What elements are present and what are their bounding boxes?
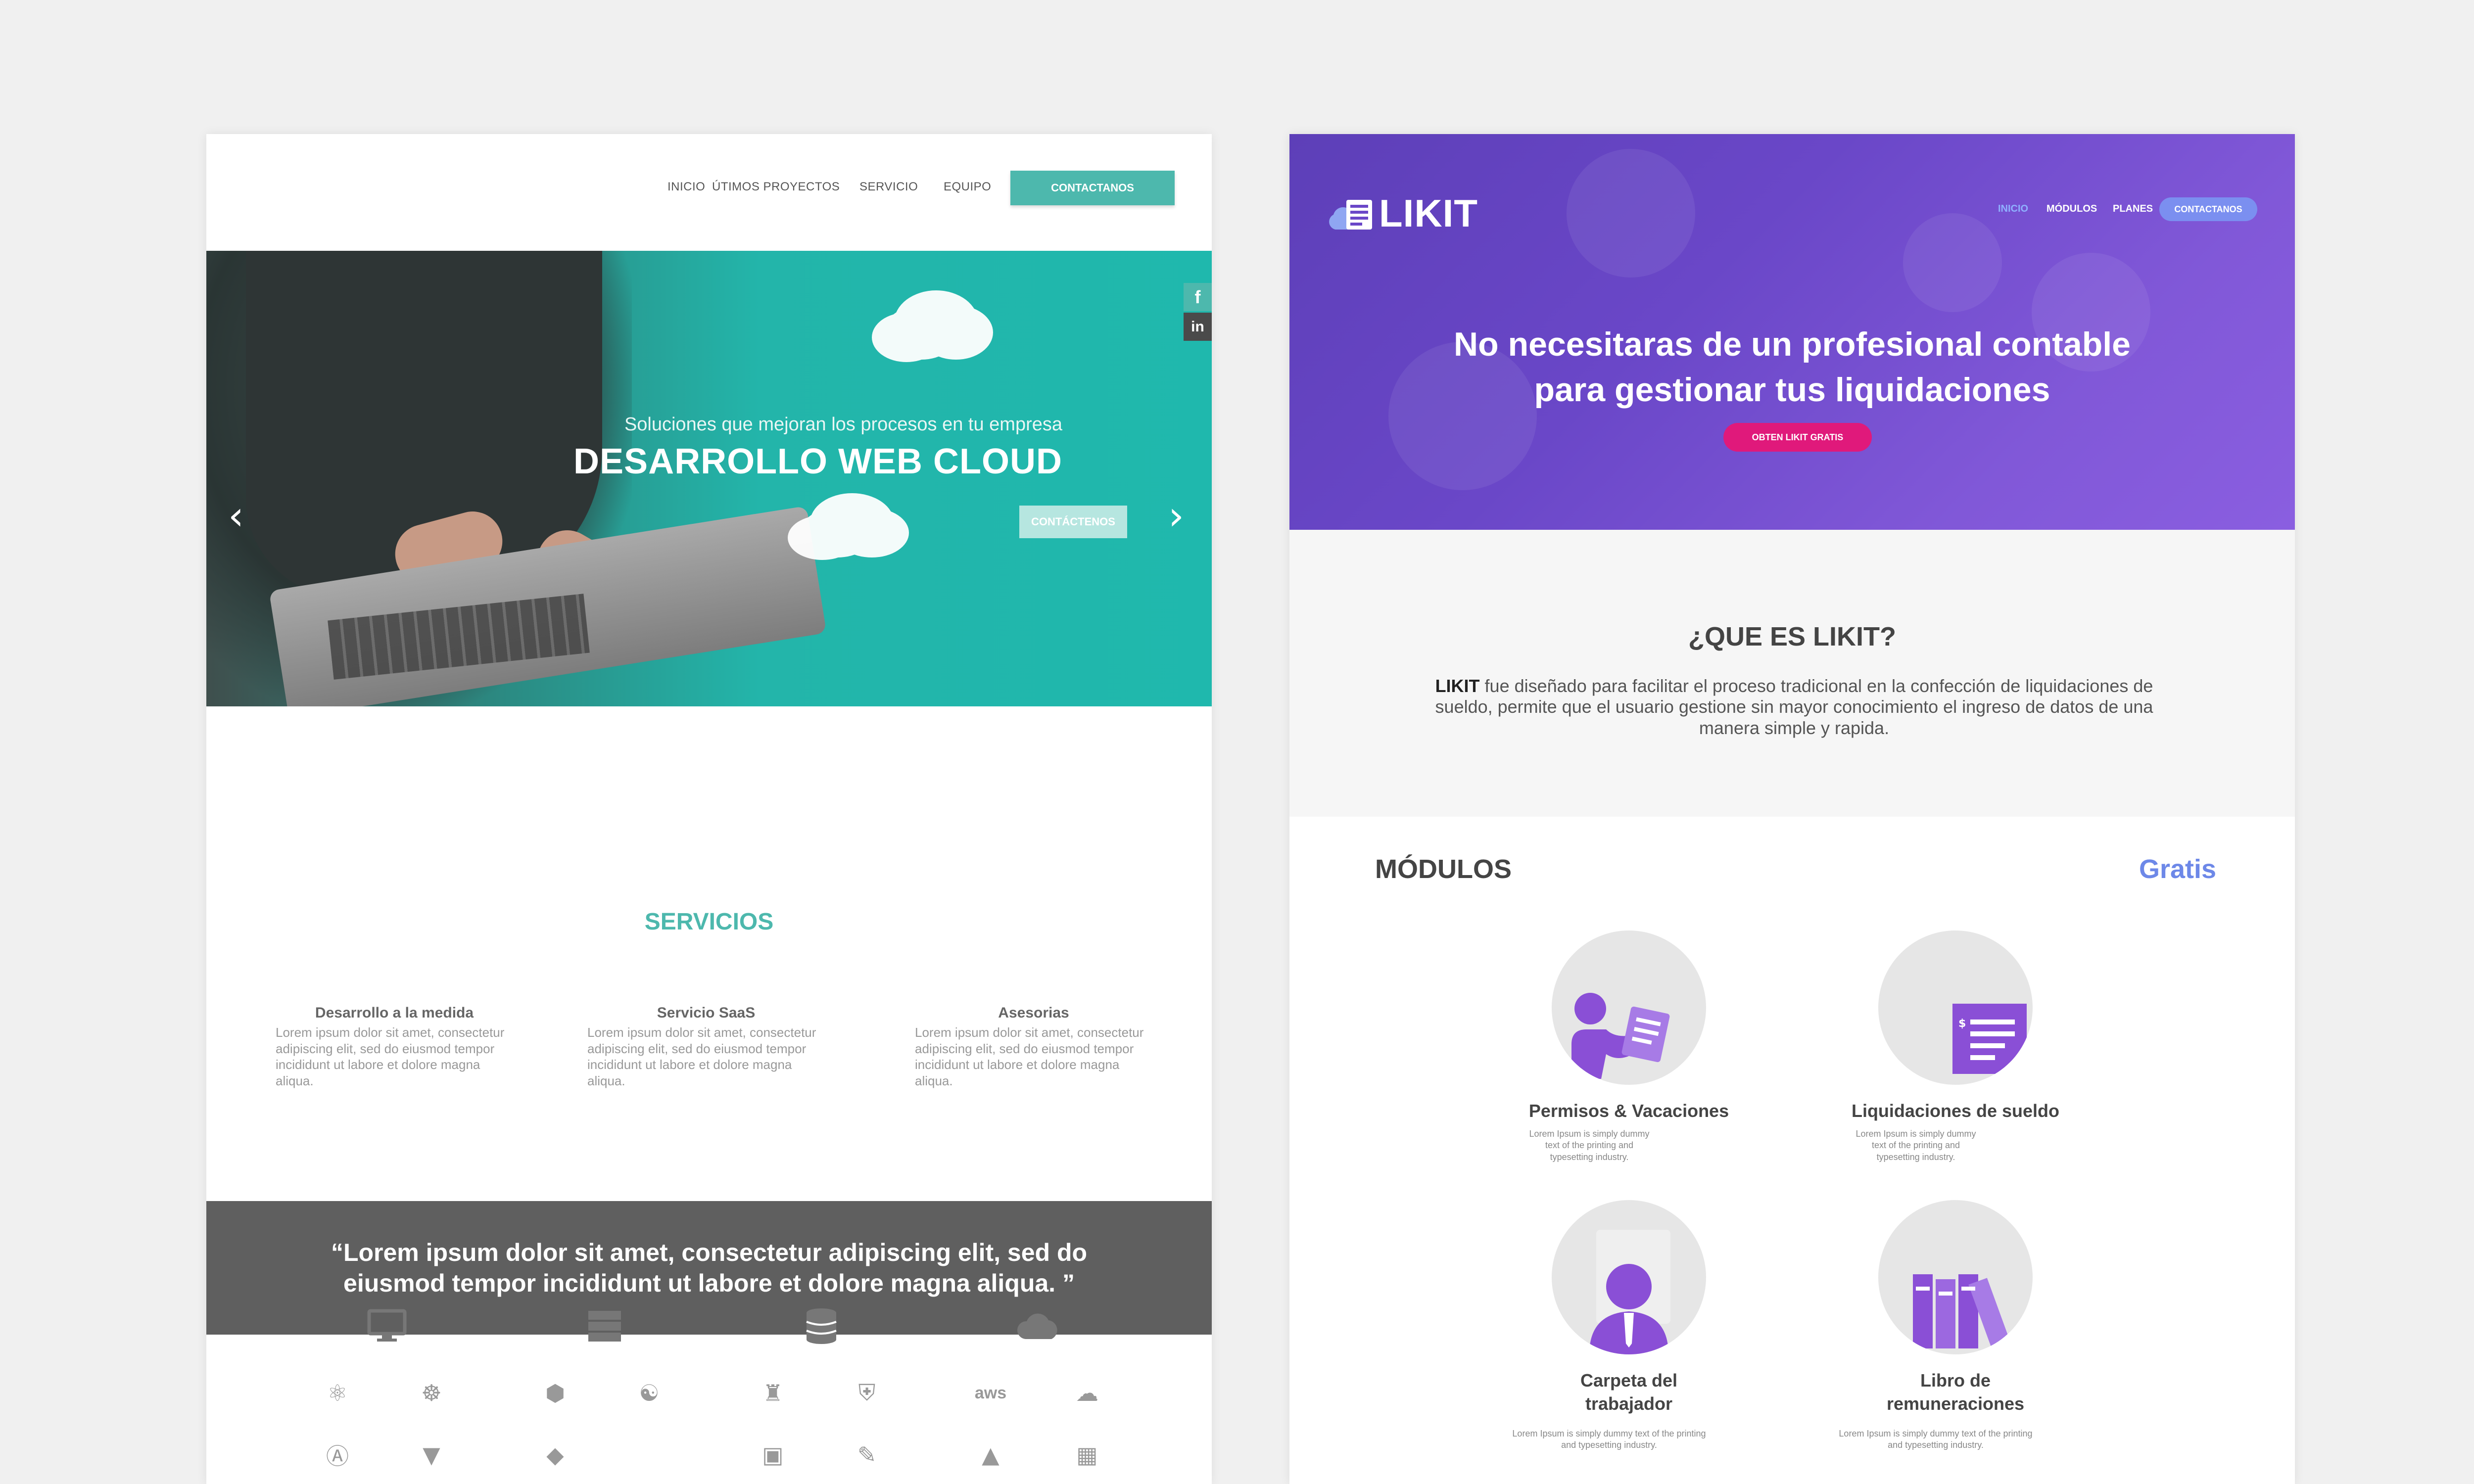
cloud-icon — [1016, 1304, 1060, 1348]
module-name[interactable]: Carpeta del trabajador — [1535, 1369, 1723, 1416]
service-card: Asesorias Lorem ipsum dolor sit amet, co… — [915, 1005, 1152, 1089]
react-icon: ⚛ — [327, 1380, 348, 1406]
box-icon: ▣ — [762, 1441, 784, 1468]
about-section: ¿QUE ES LIKIT? LIKIT fue diseñado para f… — [1289, 530, 2295, 817]
nav-servicio[interactable]: SERVICIO — [859, 180, 918, 194]
module-description: Lorem Ipsum is simply dummy text of the … — [1512, 1429, 1706, 1450]
nodejs-icon: ⬢ — [545, 1380, 566, 1406]
service-title: Asesorias — [998, 1005, 1069, 1021]
service-card: Desarrollo a la medida Lorem ipsum dolor… — [276, 1005, 513, 1089]
module-icon-circle[interactable]: $ — [1878, 930, 2033, 1085]
chevron-right-icon[interactable]: › — [1161, 493, 1191, 539]
logo-text: LIKIT — [1379, 191, 1478, 235]
cloud-outline-icon: ☁ — [1076, 1380, 1098, 1406]
services-title: SERVICIOS — [644, 909, 774, 935]
logo-cloud-icon — [1327, 196, 1376, 231]
docker-icon: ▦ — [1076, 1441, 1098, 1468]
module-icon-circle[interactable] — [1552, 1200, 1706, 1354]
hero-slider: Soluciones que mejoran los procesos en t… — [206, 251, 1212, 706]
module-name[interactable]: Permisos & Vacaciones — [1505, 1100, 1753, 1123]
azure-icon: ▲ — [982, 1441, 999, 1468]
service-text: Lorem ipsum dolor sit amet, consectetur … — [276, 1025, 505, 1088]
free-badge[interactable]: Gratis — [2139, 854, 2216, 884]
module-description: Lorem Ipsum is simply dummy text of the … — [1856, 1129, 1976, 1162]
get-likit-button[interactable]: OBTEN LIKIT GRATIS — [1723, 423, 1872, 452]
module-name[interactable]: Libro de remuneraciones — [1861, 1369, 2049, 1416]
aws-icon: aws — [974, 1383, 1007, 1402]
hero-title: DESARROLLO WEB CLOUD — [573, 442, 1062, 481]
postgres-icon: ♜ — [762, 1380, 783, 1406]
hero-title-line: para gestionar tus liquidaciones — [1534, 371, 2050, 409]
server-icon — [582, 1304, 627, 1348]
facebook-icon[interactable]: f — [1184, 283, 1212, 311]
hero-title-line: No necesitaras de un profesional contabl… — [1454, 325, 2131, 363]
hero-contact-button[interactable]: CONTÁCTENOS — [1019, 506, 1127, 538]
about-title: ¿QUE ES LIKIT? — [1688, 622, 1896, 651]
service-title: Servicio SaaS — [657, 1005, 756, 1021]
nav-equipo[interactable]: EQUIPO — [944, 180, 991, 194]
module-icon-circle[interactable] — [1552, 930, 1706, 1085]
hero-title: No necesitaras de un profesional contabl… — [1289, 322, 2295, 413]
clipboard-person-icon — [1552, 930, 1706, 1085]
contact-button[interactable]: CONTACTANOS — [2159, 197, 2257, 221]
vue-icon: ▼ — [423, 1441, 440, 1468]
right-website-mockup: LIKIT INICIO MÓDULOS PLANES CONTACTANOS … — [1289, 134, 2295, 1484]
ruby-icon: ◆ — [546, 1441, 564, 1468]
service-card: Servicio SaaS Lorem ipsum dolor sit amet… — [587, 1005, 825, 1089]
svg-text:$: $ — [1958, 1018, 1966, 1030]
module-description: Lorem Ipsum is simply dummy text of the … — [1529, 1129, 1650, 1162]
contact-button[interactable]: CONTACTANOS — [1010, 171, 1175, 205]
nav-modulos[interactable]: MÓDULOS — [2046, 203, 2097, 215]
shield-icon: ⛨ — [858, 1379, 876, 1406]
invoice-icon: $ — [1878, 930, 2033, 1085]
service-text: Lorem ipsum dolor sit amet, consectetur … — [587, 1025, 816, 1088]
nav-inicio[interactable]: INICIO — [667, 180, 705, 194]
graphql-icon: ☸ — [421, 1380, 442, 1406]
modules-title: MÓDULOS — [1375, 854, 1512, 884]
module-icon-circle[interactable] — [1878, 1200, 2033, 1354]
module-name[interactable]: Liquidaciones de sueldo — [1832, 1100, 2079, 1123]
about-body: fue diseñado para facilitar el proceso t… — [1435, 676, 2153, 738]
left-top-nav: INICIO ÚTIMOS PROYECTOS SERVICIO EQUIPO … — [206, 134, 1212, 251]
chevron-left-icon[interactable]: ‹ — [221, 493, 251, 539]
quote-banner: “Lorem ipsum dolor sit amet, consectetur… — [206, 1201, 1212, 1335]
service-title: Desarrollo a la medida — [315, 1005, 474, 1021]
hero-photo-figure — [1567, 149, 1695, 278]
likit-logo[interactable]: LIKIT — [1327, 188, 1478, 238]
nav-ultimos-proyectos[interactable]: ÚTIMOS PROYECTOS — [712, 180, 840, 194]
about-brand: LIKIT — [1435, 676, 1480, 696]
hero-subtitle: Soluciones que mejoran los procesos en t… — [624, 414, 1062, 435]
about-text: LIKIT fue diseñado para facilitar el pro… — [1413, 676, 2175, 739]
python-icon: ☯ — [639, 1380, 660, 1406]
cloud-image — [884, 305, 958, 360]
angular-icon: Ⓐ — [326, 1443, 349, 1470]
nav-planes[interactable]: PLANES — [2113, 203, 2153, 215]
database-icon — [799, 1304, 844, 1348]
left-website-mockup: INICIO ÚTIMOS PROYECTOS SERVICIO EQUIPO … — [206, 134, 1212, 1484]
books-icon — [1878, 1200, 2033, 1354]
cloud-image — [800, 508, 874, 557]
likit-hero: LIKIT INICIO MÓDULOS PLANES CONTACTANOS … — [1289, 134, 2295, 530]
module-description: Lorem Ipsum is simply dummy text of the … — [1839, 1429, 2033, 1450]
nav-inicio[interactable]: INICIO — [1998, 203, 2028, 215]
worker-icon — [1552, 1200, 1706, 1354]
hero-photo-figure — [1903, 213, 2002, 312]
mysql-icon: ✎ — [857, 1441, 877, 1468]
linkedin-icon[interactable]: in — [1184, 313, 1212, 341]
monitor-icon — [365, 1304, 409, 1348]
service-text: Lorem ipsum dolor sit amet, consectetur … — [915, 1025, 1144, 1088]
